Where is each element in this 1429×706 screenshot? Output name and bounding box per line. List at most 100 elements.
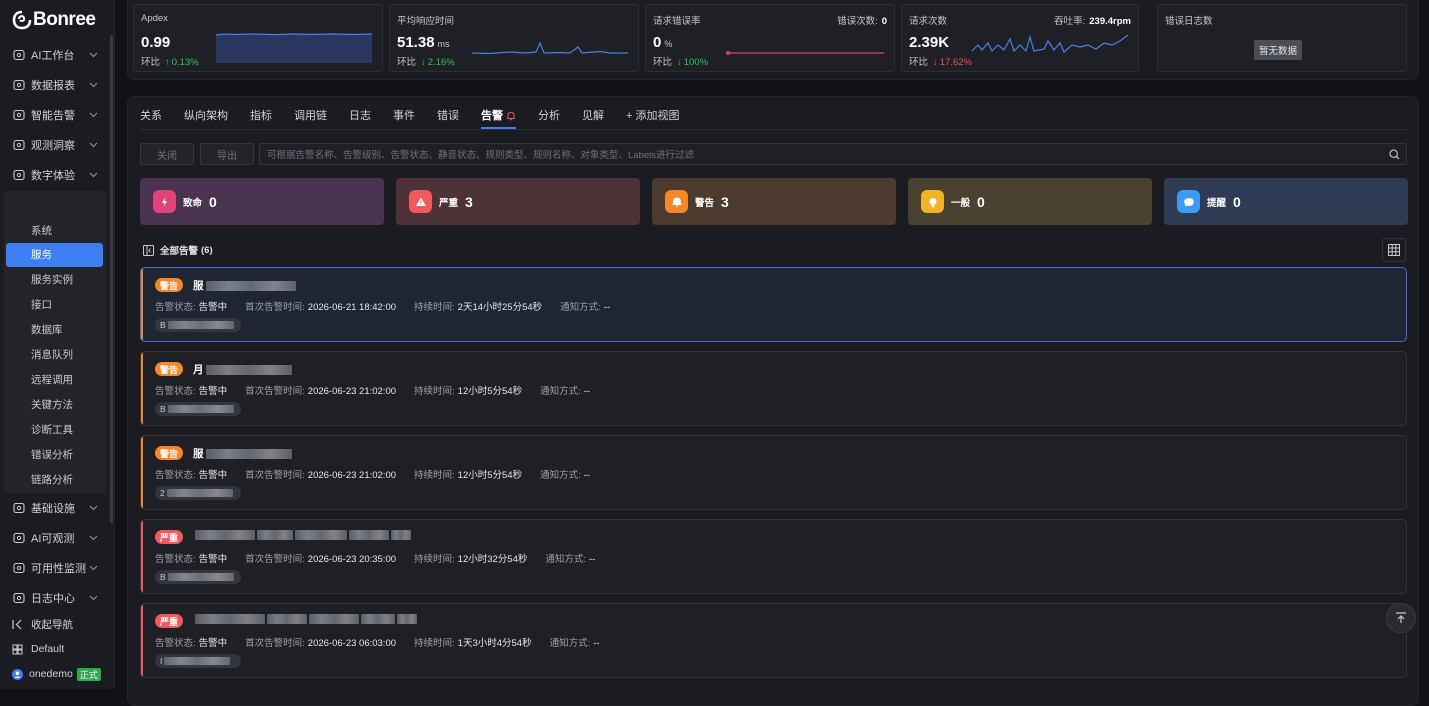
sidebar-item-after-3[interactable]: 日志中心: [0, 584, 108, 612]
severity-card-warning[interactable]: 警告 3: [652, 178, 896, 225]
sidebar-item-0[interactable]: AI工作台: [0, 41, 108, 69]
severity-card-normal[interactable]: 一般 0: [908, 178, 1152, 225]
sidebar-item-1[interactable]: 数据报表: [0, 71, 108, 99]
alert-title[interactable]: 服: [193, 446, 292, 461]
alert-object-chip[interactable]: B: [155, 402, 241, 416]
alert-status-label: 告警状态:: [155, 302, 196, 313]
close-button[interactable]: 关闭: [140, 143, 194, 165]
chevron-down-icon: [89, 142, 98, 148]
sidebar-item-after-1[interactable]: AI可观测: [0, 524, 108, 552]
severity-card-critical[interactable]: 严重 3: [396, 178, 640, 225]
tab-label: 指标: [250, 110, 272, 122]
sidebar: Bonree AI工作台数据报表智能告警观测洞察数字体验系统服务 系统服务服务实…: [0, 0, 115, 689]
compare-change: 0.13%: [171, 57, 199, 68]
chevron-down-icon: [89, 112, 98, 118]
tab-8[interactable]: 分析: [538, 109, 560, 131]
metric-card-0[interactable]: Apdex 0.99 环比 ↑ 0.13%: [133, 4, 383, 72]
tab-0[interactable]: 关系: [140, 109, 162, 131]
sidebar-subitem-7[interactable]: 关键方法: [6, 392, 103, 416]
collapse-nav-button[interactable]: 收起导航: [0, 612, 110, 636]
redacted-text: [257, 530, 293, 540]
alert-title[interactable]: 月: [193, 362, 292, 377]
alert-object-chip[interactable]: B: [155, 570, 241, 584]
alert-first-time-value: 2026-06-23 21:02:00: [307, 386, 397, 397]
alert-meta: 告警状态: 告警中 首次告警时间: 2026-06-23 06:03:00 持续时间: 1…: [155, 635, 618, 649]
severity-card-notice[interactable]: 提醒 0: [1164, 178, 1408, 225]
sidebar-item-after-2[interactable]: 可用性监测: [0, 554, 108, 582]
sidebar-item-label: 数据报表: [31, 80, 75, 92]
tab-9[interactable]: 见解: [582, 109, 604, 131]
alert-notify-label: 通知方式:: [540, 470, 581, 481]
alarm-icon: [13, 109, 25, 121]
metric-card-2[interactable]: 请求错误率 错误次数: 0 0% 环比 ↓ 100%: [645, 4, 895, 72]
sidebar-subitem-1[interactable]: 服务: [6, 242, 103, 267]
availability-icon: [13, 562, 25, 574]
alert-card[interactable]: 警告服告警状态: 告警中 首次告警时间: 2026-06-21 18:42:00 持续时…: [140, 267, 1407, 342]
sidebar-item-label: 数字体验: [31, 170, 75, 182]
sidebar-item-after-0[interactable]: 基础设施: [0, 494, 108, 522]
tab-6[interactable]: 错误: [437, 109, 459, 131]
alert-card[interactable]: 严重 告警状态: 告警中 首次告警时间: 2026-06-23 06:03:00 持续时间…: [140, 603, 1407, 678]
tab-3[interactable]: 调用链: [294, 109, 327, 131]
alert-object-chip[interactable]: B: [155, 318, 241, 332]
severity-label: 一般: [951, 197, 971, 209]
alert-status: 告警状态: 告警中: [155, 299, 227, 313]
sidebar-subitem-5[interactable]: 消息队列: [6, 343, 103, 367]
alert-meta: 告警状态: 告警中 首次告警时间: 2026-06-23 21:02:00 持续时间: 1…: [155, 467, 608, 481]
warning-triangle-icon: [409, 190, 432, 213]
alert-filter-input[interactable]: 可根据告警名称、告警级别、告警状态、静音状态、规则类型、规则名称、对象类型、La…: [259, 143, 1407, 165]
tab-5[interactable]: 事件: [393, 109, 415, 131]
alert-title[interactable]: [193, 614, 417, 624]
bell-icon: [507, 111, 515, 121]
tab-10[interactable]: + 添加视图: [626, 109, 679, 131]
table-view-button[interactable]: [1382, 238, 1406, 262]
compare-label: 环比: [141, 57, 161, 68]
sidebar-item-3[interactable]: 观测洞察: [0, 131, 108, 159]
sidebar-subitem-10[interactable]: 链路分析: [6, 467, 103, 491]
tab-label: 错误: [437, 110, 459, 122]
alert-card[interactable]: 警告月告警状态: 告警中 首次告警时间: 2026-06-23 21:02:00 持续时…: [140, 351, 1407, 426]
workspace-switcher[interactable]: Default: [0, 637, 110, 661]
metric-card-1[interactable]: 平均响应时间 51.38 ms 环比 ↓ 2.16%: [389, 4, 639, 72]
sidebar-subitem-8[interactable]: 诊断工具: [6, 417, 103, 441]
metric-card-3[interactable]: 请求次数 吞吐率: 239.4rpm 2.39K 环比 ↓ 17.62%: [901, 4, 1139, 72]
alert-title[interactable]: 服: [193, 278, 296, 293]
alert-list-header: 全部告警 (6): [143, 243, 213, 257]
sidebar-subitem-3[interactable]: 接口: [6, 293, 103, 317]
tab-7[interactable]: 告警: [481, 109, 516, 131]
alert-object-chip[interactable]: I: [155, 654, 241, 668]
metric-extra: 吞吐率: 239.4rpm: [1054, 13, 1131, 27]
alert-first-time: 首次告警时间: 2026-06-23 20:35:00: [245, 551, 396, 565]
sidebar-item-2[interactable]: 智能告警: [0, 101, 108, 129]
alert-title[interactable]: [193, 530, 411, 540]
sidebar-subitem-6[interactable]: 远程调用: [6, 367, 103, 391]
tab-2[interactable]: 指标: [250, 109, 272, 131]
sidebar-subitem-4[interactable]: 数据库: [6, 318, 103, 342]
alert-object-chip[interactable]: 2: [155, 486, 241, 500]
sidebar-item-4[interactable]: 数字体验: [0, 161, 108, 189]
tab-label: 分析: [538, 110, 560, 122]
tab-1[interactable]: 纵向架构: [184, 109, 228, 131]
tab-4[interactable]: 日志: [349, 109, 371, 131]
alert-status-label: 告警状态:: [155, 554, 196, 565]
metric-card-4[interactable]: 错误日志数 暂无数据: [1157, 4, 1407, 72]
sidebar-toggle-icon[interactable]: [143, 244, 154, 256]
alert-notify-value: --: [583, 386, 591, 397]
alert-notify-label: 通知方式:: [545, 554, 586, 565]
brand-logo[interactable]: Bonree: [12, 8, 96, 32]
severity-card-fatal[interactable]: 致命 0: [140, 178, 384, 225]
sidebar-scrollbar[interactable]: [110, 35, 113, 523]
alert-list-count: (6): [201, 244, 213, 256]
alert-filter-placeholder: 可根据告警名称、告警级别、告警状态、静音状态、规则类型、规则名称、对象类型、La…: [267, 150, 694, 161]
redacted-text: [205, 280, 296, 291]
search-icon[interactable]: [1389, 149, 1400, 160]
sidebar-subitem-0[interactable]: 系统: [6, 218, 103, 242]
sidebar-subitem-2[interactable]: 服务实例: [6, 268, 103, 292]
alert-card[interactable]: 警告服告警状态: 告警中 首次告警时间: 2026-06-23 21:02:00 持续时…: [140, 435, 1407, 510]
tab-label: 调用链: [294, 110, 327, 122]
alert-card[interactable]: 严重 告警状态: 告警中 首次告警时间: 2026-06-23 20:35:00 持续时间…: [140, 519, 1407, 594]
back-to-top-button[interactable]: [1386, 603, 1416, 633]
sidebar-subitem-9[interactable]: 错误分析: [6, 442, 103, 466]
export-button[interactable]: 导出: [200, 143, 254, 165]
user-menu[interactable]: onedemo 正式: [0, 662, 110, 686]
